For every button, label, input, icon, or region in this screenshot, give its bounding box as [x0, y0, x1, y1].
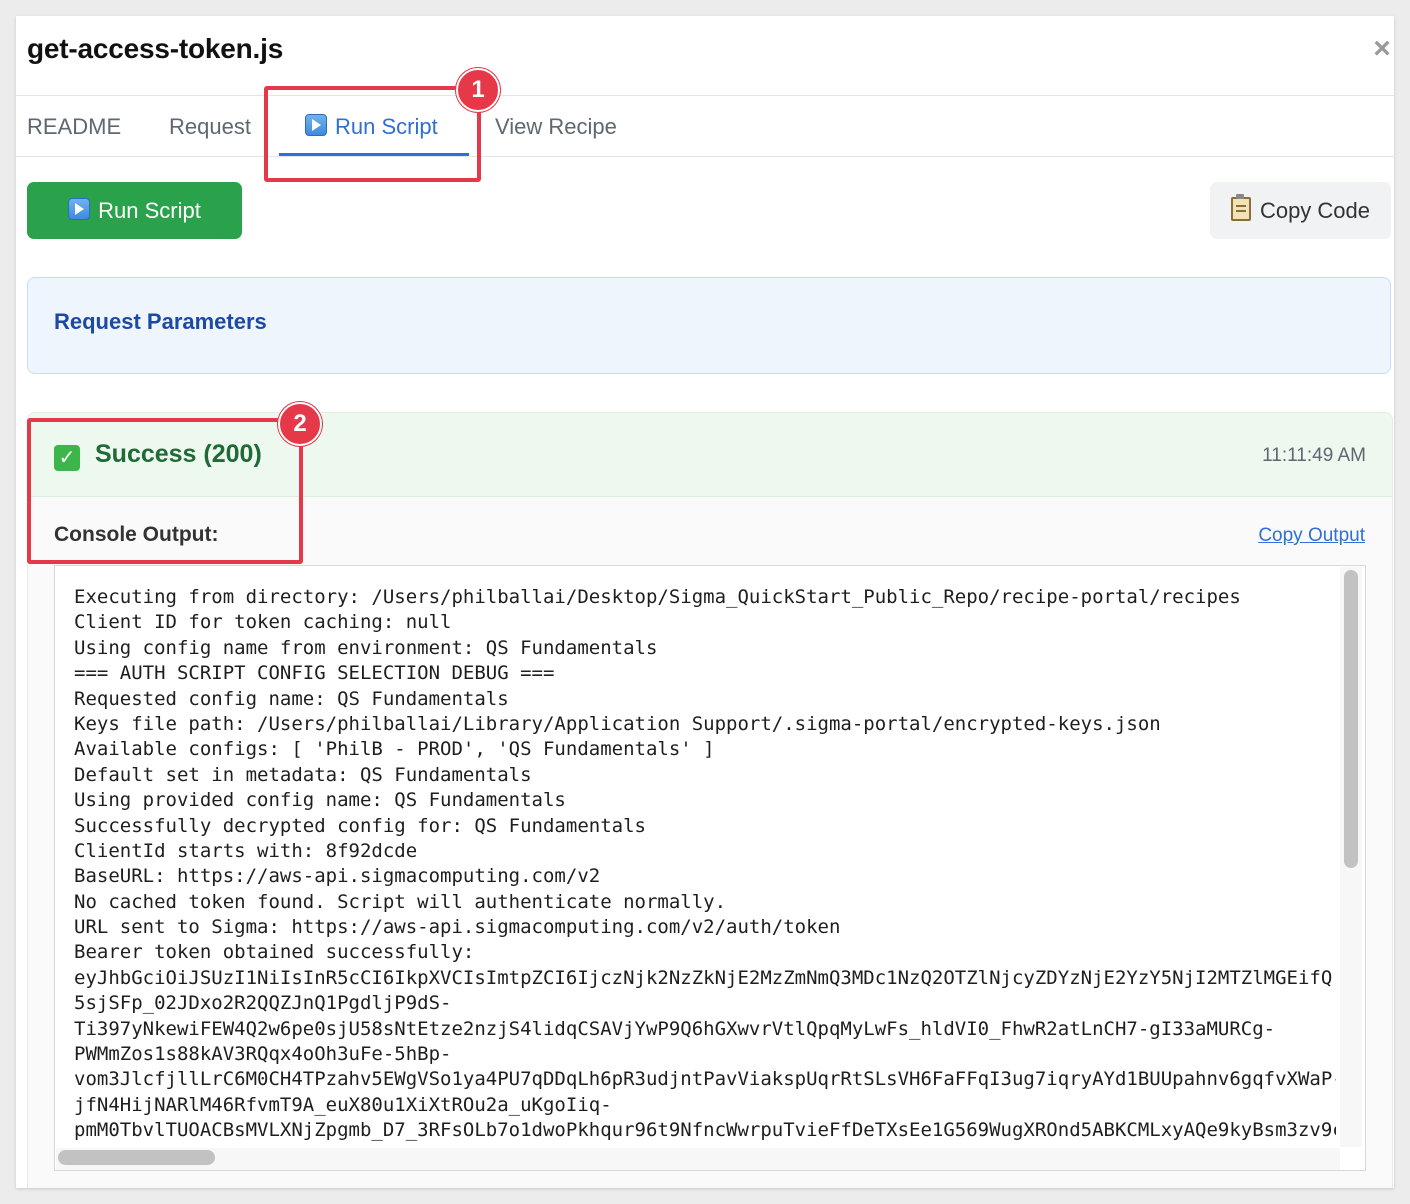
console-line: pmM0TbvlTUOACBsMVLXNjZpgmb_D7_3RFsOLb7o1…: [74, 1119, 1336, 1142]
console-line: Keys file path: /Users/philballai/Librar…: [74, 712, 1161, 735]
play-icon: [68, 198, 91, 220]
annotation-badge-2: 2: [278, 402, 322, 446]
console-line: Using config name from environment: QS F…: [74, 636, 658, 659]
clipboard-icon: [1230, 194, 1251, 221]
annotation-badge-1: 1: [456, 68, 500, 112]
modal-title: get-access-token.js: [27, 33, 284, 64]
run-script-button[interactable]: Run Script: [27, 182, 242, 239]
console-line: === AUTH SCRIPT CONFIG SELECTION DEBUG =…: [74, 662, 555, 685]
console-line: Available configs: [ 'PhilB - PROD', 'QS…: [74, 738, 715, 761]
console-line: Requested config name: QS Fundamentals: [74, 687, 509, 710]
console-line: Bearer token obtained successfully:: [74, 941, 475, 964]
timestamp: 11:11:49 AM: [1262, 445, 1366, 466]
console-line: 5sjSFp_02JDxo2R2QQZJnQ1PgdljP9dS-: [74, 992, 452, 1015]
vertical-scrollbar[interactable]: [1344, 570, 1358, 868]
annotation-box-2: [27, 418, 303, 564]
console-line: eyJhbGciOiJSUzI1NiIsInR5cCI6IkpXVCIsImtp…: [74, 966, 1336, 989]
close-icon[interactable]: ×: [1370, 34, 1394, 64]
horizontal-scrollbar-track[interactable]: [56, 1148, 1340, 1170]
annotation-box-1: [264, 86, 481, 182]
tab-view-recipe[interactable]: View Recipe: [495, 96, 617, 156]
tab-readme[interactable]: README: [27, 96, 121, 156]
console-line: Ti397yNkewiFEW4Q2w6pe0sjU58sNtEtze2nzjS4…: [74, 1017, 1276, 1040]
request-parameters-title[interactable]: Request Parameters: [54, 309, 267, 335]
copy-code-button[interactable]: Copy Code: [1210, 182, 1391, 239]
console-line: ClientId starts with: 8f92dcde: [74, 839, 418, 862]
copy-output-link[interactable]: Copy Output: [1258, 525, 1365, 547]
console-line: BaseURL: https://aws-api.sigmacomputing.…: [74, 865, 601, 888]
script-modal: get-access-token.js × README Request Run…: [16, 16, 1394, 1188]
console-text: Executing from directory: /Users/philbal…: [74, 585, 1336, 1144]
console-line: Default set in metadata: QS Fundamentals: [74, 763, 532, 786]
console-line: Successfully decrypted config for: QS Fu…: [74, 814, 646, 837]
console-line: vom3JlcfjllLrC6M0CH4TPzahv5EWgVSo1ya4PU7…: [74, 1068, 1336, 1091]
run-script-button-label: Run Script: [98, 198, 201, 223]
tab-bar: README Request Run Script View Recipe: [16, 96, 1394, 157]
console-line: Executing from directory: /Users/philbal…: [74, 586, 1241, 608]
horizontal-scrollbar[interactable]: [58, 1150, 215, 1165]
modal-header: get-access-token.js ×: [16, 16, 1394, 96]
console-line: URL sent to Sigma: https://aws-api.sigma…: [74, 916, 841, 939]
console-line: Client ID for token caching: null: [74, 611, 452, 634]
console-line: PWMmZos1s88kAV3RQqx4oOh3uFe-5hBp-: [74, 1043, 452, 1066]
console-output[interactable]: Executing from directory: /Users/philbal…: [54, 565, 1366, 1171]
copy-code-button-label: Copy Code: [1259, 198, 1371, 223]
tab-request[interactable]: Request: [169, 96, 251, 156]
request-parameters-panel[interactable]: Request Parameters: [27, 277, 1391, 374]
console-line: jfN4HijNARlM46RfvmT9A_euX80u1XiXtROu2a_u…: [74, 1093, 612, 1116]
console-line: No cached token found. Script will authe…: [74, 890, 727, 913]
console-line: Using provided config name: QS Fundament…: [74, 789, 566, 812]
